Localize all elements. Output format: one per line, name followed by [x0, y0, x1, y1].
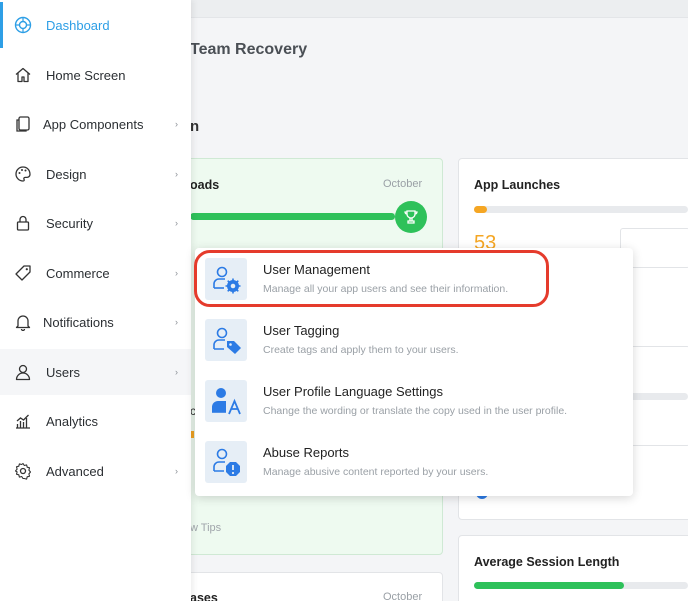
sidebar-item-label: Analytics	[46, 413, 99, 429]
downloads-tips-label: w Tips	[190, 522, 222, 534]
dashboard-icon	[13, 15, 33, 35]
menu-item-title: User Profile Language Settings	[263, 384, 443, 399]
chevron-right-icon: ›	[175, 119, 178, 129]
downloads-progress-fill	[190, 213, 395, 220]
app-launches-progress-fill	[474, 206, 487, 213]
users-submenu: User Management Manage all your app user…	[195, 248, 633, 496]
sidebar-item-design[interactable]: Design ›	[0, 151, 191, 197]
sidebar-item-dashboard[interactable]: Dashboard	[0, 2, 191, 48]
page-subtitle: n	[190, 118, 200, 135]
menu-item-title: User Tagging	[263, 323, 340, 338]
menu-item-description: Manage all your app users and see their …	[263, 283, 509, 295]
chevron-right-icon: ›	[175, 317, 178, 327]
sidebar-item-security[interactable]: Security ›	[0, 200, 191, 246]
palette-icon	[13, 164, 33, 184]
average-session-title: Average Session Length	[474, 555, 620, 569]
top-strip	[190, 0, 688, 18]
downloads-card-title: oads	[190, 178, 220, 192]
chevron-right-icon: ›	[175, 466, 178, 476]
sidebar-item-app-components[interactable]: App Components ›	[0, 101, 191, 147]
releases-month: October	[383, 591, 423, 601]
sidebar-item-label: Commerce	[46, 265, 110, 281]
app-launches-title: App Launches	[474, 178, 561, 192]
menu-item-user-management[interactable]: User Management Manage all your app user…	[195, 248, 633, 309]
chevron-right-icon: ›	[175, 169, 178, 179]
user-settings-icon	[205, 258, 247, 300]
tag-icon	[13, 263, 33, 283]
menu-item-abuse-reports[interactable]: Abuse Reports Manage abusive content rep…	[195, 431, 633, 492]
sidebar-item-analytics[interactable]: Analytics	[0, 398, 191, 444]
sidebar-item-label: Home Screen	[46, 67, 126, 83]
trophy-icon	[395, 201, 427, 233]
menu-item-description: Manage abusive content reported by your …	[263, 466, 489, 478]
average-session-progress-bar	[474, 582, 688, 589]
menu-item-user-tagging[interactable]: User Tagging Create tags and apply them …	[195, 309, 633, 370]
sidebar-item-users[interactable]: Users ›	[0, 349, 191, 395]
sidebar-item-label: Security	[46, 215, 93, 231]
menu-item-title: User Management	[263, 262, 370, 277]
downloads-card-month: October	[383, 178, 423, 190]
app-launches-progress-bar	[474, 206, 688, 213]
user-icon	[13, 362, 33, 382]
menu-item-user-profile-language-settings[interactable]: User Profile Language Settings Change th…	[195, 370, 633, 431]
sidebar-item-label: Notifications	[43, 314, 114, 330]
chevron-right-icon: ›	[175, 218, 178, 228]
downloads-progress-bar	[190, 213, 410, 220]
home-icon	[13, 65, 33, 85]
sidebar-item-notifications[interactable]: Notifications ›	[0, 299, 191, 345]
sidebar-item-label: Advanced	[46, 463, 104, 479]
sidebar-item-label: Dashboard	[46, 17, 110, 33]
chevron-right-icon: ›	[175, 268, 178, 278]
sidebar-item-home-screen[interactable]: Home Screen	[0, 52, 191, 98]
sidebar-item-advanced[interactable]: Advanced ›	[0, 448, 191, 494]
sidebar-item-commerce[interactable]: Commerce ›	[0, 250, 191, 296]
sidebar-item-label: Design	[46, 166, 87, 182]
chart-icon	[13, 411, 33, 431]
gear-icon	[13, 461, 33, 481]
releases-title: ases	[190, 591, 218, 601]
sidebar-item-label: App Components	[43, 116, 144, 132]
user-tag-icon	[205, 319, 247, 361]
components-icon	[13, 114, 33, 134]
user-report-icon	[205, 441, 247, 483]
page-title: Team Recovery	[190, 41, 308, 58]
bell-icon	[13, 312, 33, 332]
chevron-right-icon: ›	[175, 367, 178, 377]
menu-item-description: Create tags and apply them to your users…	[263, 344, 459, 356]
menu-item-title: Abuse Reports	[263, 445, 349, 460]
user-language-icon	[205, 380, 247, 422]
lock-icon	[13, 213, 33, 233]
sidebar-item-label: Users	[46, 364, 80, 380]
average-session-progress-fill	[474, 582, 624, 589]
menu-item-description: Change the wording or translate the copy…	[263, 405, 568, 417]
sidebar: Dashboard Home Screen App Components › D…	[0, 0, 191, 601]
